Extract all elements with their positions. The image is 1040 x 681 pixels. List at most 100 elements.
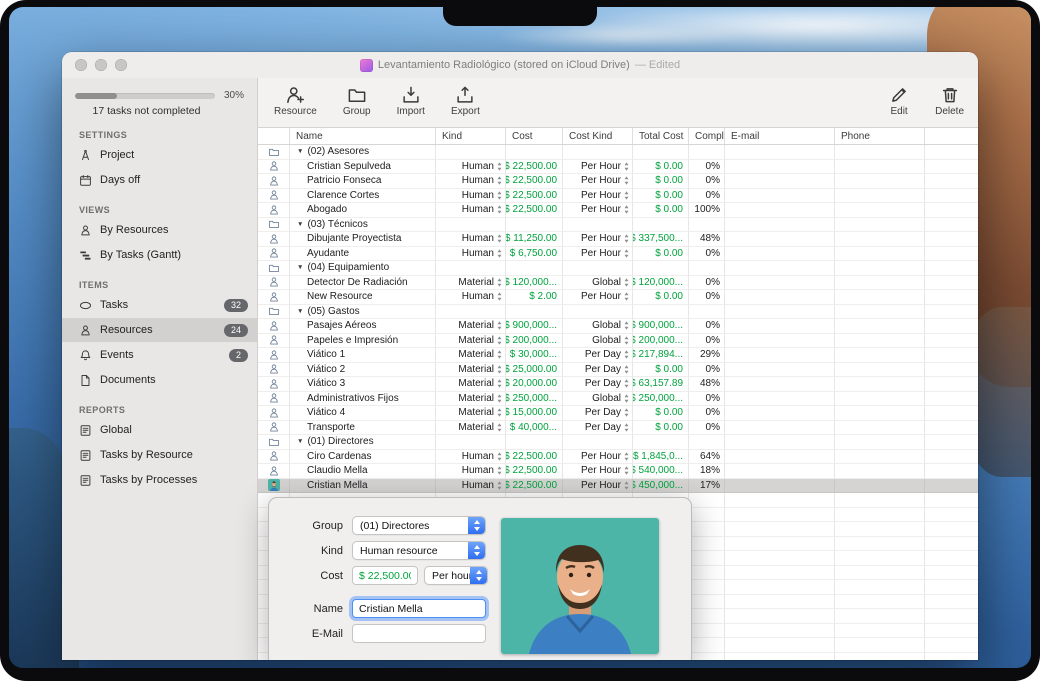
kind-cell[interactable]: Human [436,290,506,305]
cost-kind-cell[interactable]: Per Hour [563,160,633,175]
disclosure-triangle-icon[interactable]: ▼ [297,221,303,228]
phone-cell[interactable] [835,276,925,291]
group-row-05-gastos[interactable]: ▼(05) Gastos [258,305,978,320]
cost-cell[interactable]: $ 22,500.00 [506,160,563,175]
edit-button[interactable]: Edit [889,83,909,117]
cost-cell[interactable]: $ 22,500.00 [506,464,563,479]
cost-kind-cell[interactable]: Global [563,276,633,291]
resource-row-papeles-e-impresi-n[interactable]: Papeles e Impresión Material $ 200,000..… [258,334,978,349]
column-header-total-cost[interactable]: Total Cost [633,128,689,144]
disclosure-triangle-icon[interactable]: ▼ [297,264,303,271]
group-row-04-equipamiento[interactable]: ▼(04) Equipamiento [258,261,978,276]
resource-row-administrativos-fijos[interactable]: Administrativos Fijos Material $ 250,000… [258,392,978,407]
column-header-kind[interactable]: Kind [436,128,506,144]
column-header-e-mail[interactable]: E-mail [725,128,835,144]
column-header-cost[interactable]: Cost [506,128,563,144]
email-cell[interactable] [725,377,835,392]
cost-kind-cell[interactable]: Per Hour [563,479,633,494]
window-titlebar[interactable]: Levantamiento Radiológico (stored on iCl… [62,52,978,78]
sidebar-item-days-off[interactable]: Days off [62,168,257,192]
resource-row-vi-tico-3[interactable]: Viático 3 Material $ 20,000.00 Per Day $… [258,377,978,392]
name-input[interactable] [352,599,486,618]
kind-cell[interactable]: Material [436,392,506,407]
kind-popup[interactable]: Human resource [352,541,486,560]
phone-cell[interactable] [835,363,925,378]
email-cell[interactable] [725,276,835,291]
kind-cell[interactable]: Human [436,160,506,175]
cost-kind-cell[interactable]: Per Hour [563,247,633,262]
column-header-phone[interactable]: Phone [835,128,925,144]
resource-row-new-resource[interactable]: New Resource Human $ 2.00 Per Hour $ 0.0… [258,290,978,305]
cost-cell[interactable]: $ 22,500.00 [506,450,563,465]
resource-row-transporte[interactable]: Transporte Material $ 40,000... Per Day … [258,421,978,436]
disclosure-triangle-icon[interactable]: ▼ [297,308,303,315]
sidebar-item-tasks-by-resource[interactable]: Tasks by Resource [62,443,257,467]
cost-cell[interactable]: $ 250,000... [506,392,563,407]
group-row-01-directores[interactable]: ▼(01) Directores [258,435,978,450]
kind-cell[interactable]: Human [436,174,506,189]
cost-cell[interactable]: $ 120,000... [506,276,563,291]
phone-cell[interactable] [835,479,925,494]
cost-input[interactable] [352,566,418,585]
export-button[interactable]: Export [451,83,480,117]
resource-row-patricio-fonseca[interactable]: Patricio Fonseca Human $ 22,500.00 Per H… [258,174,978,189]
kind-cell[interactable]: Human [436,232,506,247]
resource-row-pasajes-a-reos[interactable]: Pasajes Aéreos Material $ 900,000... Glo… [258,319,978,334]
phone-cell[interactable] [835,348,925,363]
group-row-02-asesores[interactable]: ▼(02) Asesores [258,145,978,160]
cost-kind-cell[interactable]: Per Hour [563,232,633,247]
sidebar-item-global[interactable]: Global [62,418,257,442]
phone-cell[interactable] [835,421,925,436]
resource-row-vi-tico-1[interactable]: Viático 1 Material $ 30,000... Per Day $… [258,348,978,363]
kind-cell[interactable]: Material [436,348,506,363]
kind-cell[interactable]: Human [436,450,506,465]
resource-row-cristian-mella[interactable]: Cristian Mella Human $ 22,500.00 Per Hou… [258,479,978,494]
import-button[interactable]: Import [397,83,425,117]
kind-cell[interactable]: Human [436,203,506,218]
phone-cell[interactable] [835,334,925,349]
cost-kind-cell[interactable]: Global [563,334,633,349]
resource-row-dibujante-proyectista[interactable]: Dibujante Proyectista Human $ 11,250.00 … [258,232,978,247]
kind-cell[interactable]: Material [436,406,506,421]
disclosure-triangle-icon[interactable]: ▼ [297,148,303,155]
kind-cell[interactable]: Material [436,377,506,392]
phone-cell[interactable] [835,392,925,407]
email-cell[interactable] [725,247,835,262]
sidebar-item-documents[interactable]: Documents [62,368,257,392]
cost-kind-cell[interactable]: Global [563,319,633,334]
cost-kind-cell[interactable]: Per Hour [563,290,633,305]
sidebar-item-resources[interactable]: Resources 24 [62,318,257,342]
cost-kind-cell[interactable]: Per Hour [563,464,633,479]
cost-cell[interactable]: $ 200,000... [506,334,563,349]
phone-cell[interactable] [835,406,925,421]
phone-cell[interactable] [835,290,925,305]
sidebar-item-tasks-by-processes[interactable]: Tasks by Processes [62,468,257,492]
phone-cell[interactable] [835,174,925,189]
kind-cell[interactable]: Human [436,479,506,494]
resource-row-cristian-sepulveda[interactable]: Cristian Sepulveda Human $ 22,500.00 Per… [258,160,978,175]
cost-kind-cell[interactable]: Per Day [563,377,633,392]
kind-cell[interactable]: Material [436,421,506,436]
phone-cell[interactable] [835,160,925,175]
email-cell[interactable] [725,203,835,218]
cost-cell[interactable]: $ 25,000.00 [506,363,563,378]
sidebar-item-by-resources[interactable]: By Resources [62,218,257,242]
sidebar-item-by-tasks-gantt[interactable]: By Tasks (Gantt) [62,243,257,267]
kind-cell[interactable]: Material [436,319,506,334]
cost-cell[interactable]: $ 20,000.00 [506,377,563,392]
cost-cell[interactable]: $ 22,500.00 [506,189,563,204]
email-cell[interactable] [725,348,835,363]
close-window-button[interactable] [75,59,87,71]
sidebar-item-events[interactable]: Events 2 [62,343,257,367]
email-cell[interactable] [725,392,835,407]
phone-cell[interactable] [835,319,925,334]
email-input[interactable] [352,624,486,643]
cost-kind-cell[interactable]: Per Hour [563,450,633,465]
disclosure-triangle-icon[interactable]: ▼ [297,438,303,445]
sidebar-item-project[interactable]: Project [62,143,257,167]
phone-cell[interactable] [835,464,925,479]
kind-cell[interactable]: Human [436,189,506,204]
cost-cell[interactable]: $ 2.00 [506,290,563,305]
column-header-name[interactable]: Name [290,128,436,144]
phone-cell[interactable] [835,450,925,465]
